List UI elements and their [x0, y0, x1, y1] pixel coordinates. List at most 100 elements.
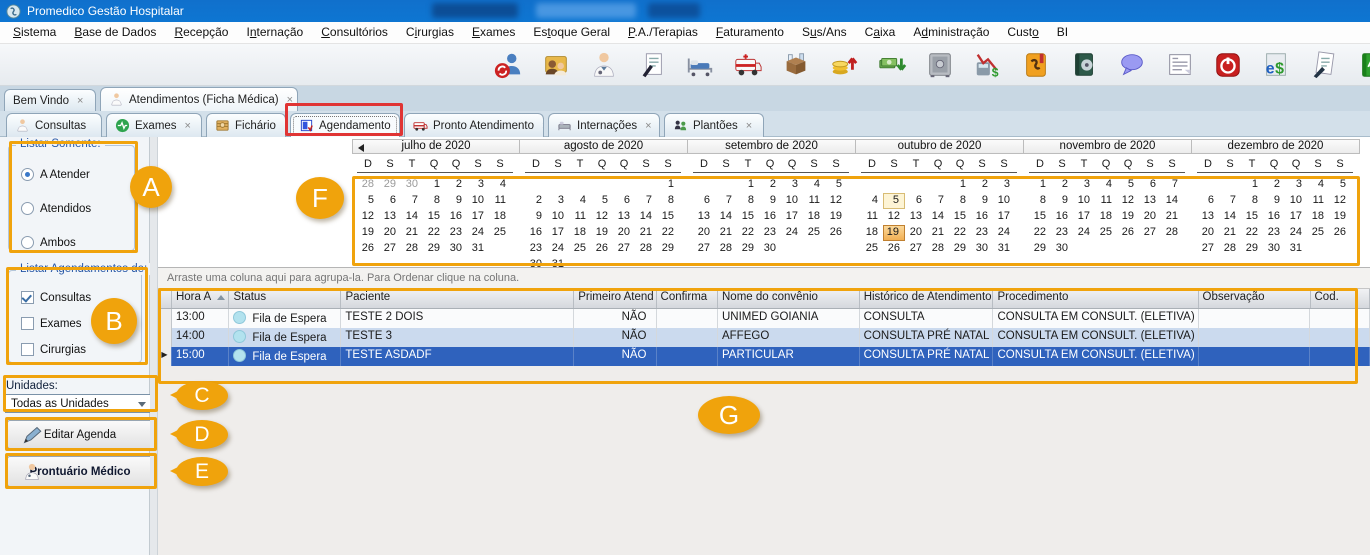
calendar-day[interactable]: 31 — [467, 241, 489, 257]
column-header-nome-do-convenio[interactable]: Nome do convênio — [718, 289, 860, 308]
calendar-day[interactable]: 19 — [825, 209, 847, 225]
calendar-day[interactable]: 1 — [1241, 177, 1263, 193]
calendar-day[interactable]: 8 — [657, 193, 679, 209]
calendar-day[interactable]: 23 — [1051, 225, 1073, 241]
close-icon[interactable]: × — [399, 120, 400, 132]
calendar-day[interactable]: 28 — [635, 241, 657, 257]
calendar-day[interactable]: 8 — [1029, 193, 1051, 209]
calendar-day[interactable]: 4 — [861, 193, 883, 209]
calendar-day[interactable]: 9 — [525, 209, 547, 225]
calendar-day[interactable]: 2 — [971, 177, 993, 193]
calendar-day[interactable]: 19 — [1329, 209, 1351, 225]
subtab-internacoes[interactable]: Internações× — [548, 113, 660, 137]
calendar-day[interactable]: 15 — [949, 209, 971, 225]
menu-administracao[interactable]: Administração — [904, 22, 998, 43]
calendar-day[interactable]: 3 — [547, 193, 569, 209]
menu-internacao[interactable]: Internação — [237, 22, 312, 43]
calendar-day[interactable]: 26 — [825, 225, 847, 241]
calendar-day[interactable]: 21 — [1161, 209, 1183, 225]
calendar-day[interactable]: 29 — [1029, 241, 1051, 257]
calendar-day[interactable]: 21 — [635, 225, 657, 241]
month-header[interactable]: novembro de 2020 — [1024, 139, 1192, 154]
calendar-day[interactable]: 21 — [715, 225, 737, 241]
calendar-day[interactable]: 29 — [737, 241, 759, 257]
calendar-day[interactable]: 26 — [1117, 225, 1139, 241]
billing-chart-button[interactable]: $ — [972, 49, 1004, 81]
calendar-day[interactable]: 6 — [613, 193, 635, 209]
calendar-day[interactable]: 5 — [883, 193, 905, 209]
calendar-day[interactable]: 19 — [1117, 209, 1139, 225]
calendar-day[interactable]: 27 — [1139, 225, 1161, 241]
column-header-procedimento[interactable]: Procedimento — [993, 289, 1198, 308]
contract-document-button[interactable] — [636, 49, 668, 81]
calendar-day[interactable]: 9 — [1263, 193, 1285, 209]
calendar-day[interactable]: 28 — [401, 241, 423, 257]
month-header[interactable]: julho de 2020 — [352, 139, 520, 154]
calendar-day[interactable]: 26 — [1329, 225, 1351, 241]
tab-bem-vindo[interactable]: Bem Vindo× — [4, 89, 96, 111]
calendar-day[interactable]: 3 — [467, 177, 489, 193]
close-icon[interactable]: × — [77, 95, 83, 107]
calendar-day[interactable]: 14 — [635, 209, 657, 225]
calendar-day[interactable]: 3 — [781, 177, 803, 193]
money-in-button[interactable] — [828, 49, 860, 81]
calendar-day[interactable]: 8 — [423, 193, 445, 209]
calendar-day[interactable]: 28 — [1161, 225, 1183, 241]
calendar-day[interactable]: 11 — [861, 209, 883, 225]
calendar-day[interactable]: 17 — [993, 209, 1015, 225]
calendar-day[interactable]: 11 — [803, 193, 825, 209]
sign-document-button[interactable] — [1308, 49, 1340, 81]
table-row[interactable]: 13:00Fila de EsperaTESTE 2 DOISNÃOUNIMED… — [158, 309, 1370, 328]
services-book-button[interactable] — [1068, 49, 1100, 81]
tab-atendimentos-ficha-medica[interactable]: Atendimentos (Ficha Médica)× — [100, 87, 298, 111]
patients-folder-button[interactable] — [540, 49, 572, 81]
radio-a-atender[interactable]: A Atender — [21, 168, 90, 181]
invoice-button[interactable] — [1164, 49, 1196, 81]
month-header[interactable]: dezembro de 2020 — [1192, 139, 1360, 154]
calendar-day[interactable]: 23 — [971, 225, 993, 241]
calendar-day[interactable]: 25 — [803, 225, 825, 241]
calendar-day[interactable]: 7 — [1161, 177, 1183, 193]
calendar-day[interactable]: 13 — [1139, 193, 1161, 209]
calendar-prev-icon[interactable] — [358, 144, 364, 152]
calendar-day[interactable]: 11 — [1095, 193, 1117, 209]
subtab-consultas[interactable]: Consultas — [6, 113, 102, 137]
calendar-day[interactable]: 2 — [1051, 177, 1073, 193]
calendar-day[interactable]: 23 — [525, 241, 547, 257]
column-header-paciente[interactable]: Paciente — [341, 289, 574, 308]
menu-sistema[interactable]: Sistema — [4, 22, 65, 43]
calendar-day[interactable]: 27 — [905, 241, 927, 257]
calendar-day[interactable]: 18 — [1307, 209, 1329, 225]
calendar-day[interactable]: 29 — [949, 241, 971, 257]
calendar-day[interactable]: 31 — [993, 241, 1015, 257]
calendar-day[interactable]: 15 — [737, 209, 759, 225]
radio-atendidos[interactable]: Atendidos — [21, 202, 91, 215]
calendar-day[interactable]: 27 — [693, 241, 715, 257]
calendar-day[interactable]: 14 — [927, 209, 949, 225]
close-icon[interactable]: × — [542, 120, 544, 132]
close-icon[interactable]: × — [287, 94, 293, 106]
calendar-day[interactable]: 3 — [1285, 177, 1307, 193]
column-header-cod[interactable]: Cod. — [1311, 289, 1370, 308]
e-billing-button[interactable]: e$ — [1260, 49, 1292, 81]
calendar-day[interactable]: 29 — [379, 177, 401, 193]
calendar-day[interactable]: 18 — [1095, 209, 1117, 225]
calendar-day[interactable]: 8 — [1241, 193, 1263, 209]
calendar-day[interactable]: 26 — [591, 241, 613, 257]
close-icon[interactable]: × — [645, 120, 651, 132]
calendar-day[interactable]: 1 — [423, 177, 445, 193]
calendar-day[interactable]: 24 — [781, 225, 803, 241]
calendar-day[interactable]: 1 — [949, 177, 971, 193]
menu-susans[interactable]: Sus/Ans — [793, 22, 856, 43]
calendar-day[interactable]: 24 — [547, 241, 569, 257]
radio-ambos[interactable]: Ambos — [21, 236, 76, 249]
menu-custo[interactable]: Custo — [998, 22, 1047, 43]
month-header[interactable]: outubro de 2020 — [856, 139, 1024, 154]
calendar-day[interactable]: 27 — [1197, 241, 1219, 257]
calendar-day[interactable]: 7 — [635, 193, 657, 209]
calendar-day[interactable]: 21 — [1219, 225, 1241, 241]
stock-supplies-button[interactable] — [780, 49, 812, 81]
calendar-day[interactable]: 22 — [423, 225, 445, 241]
unidades-select[interactable]: Todas as Unidades — [5, 394, 152, 413]
calendar-day[interactable]: 5 — [1117, 177, 1139, 193]
